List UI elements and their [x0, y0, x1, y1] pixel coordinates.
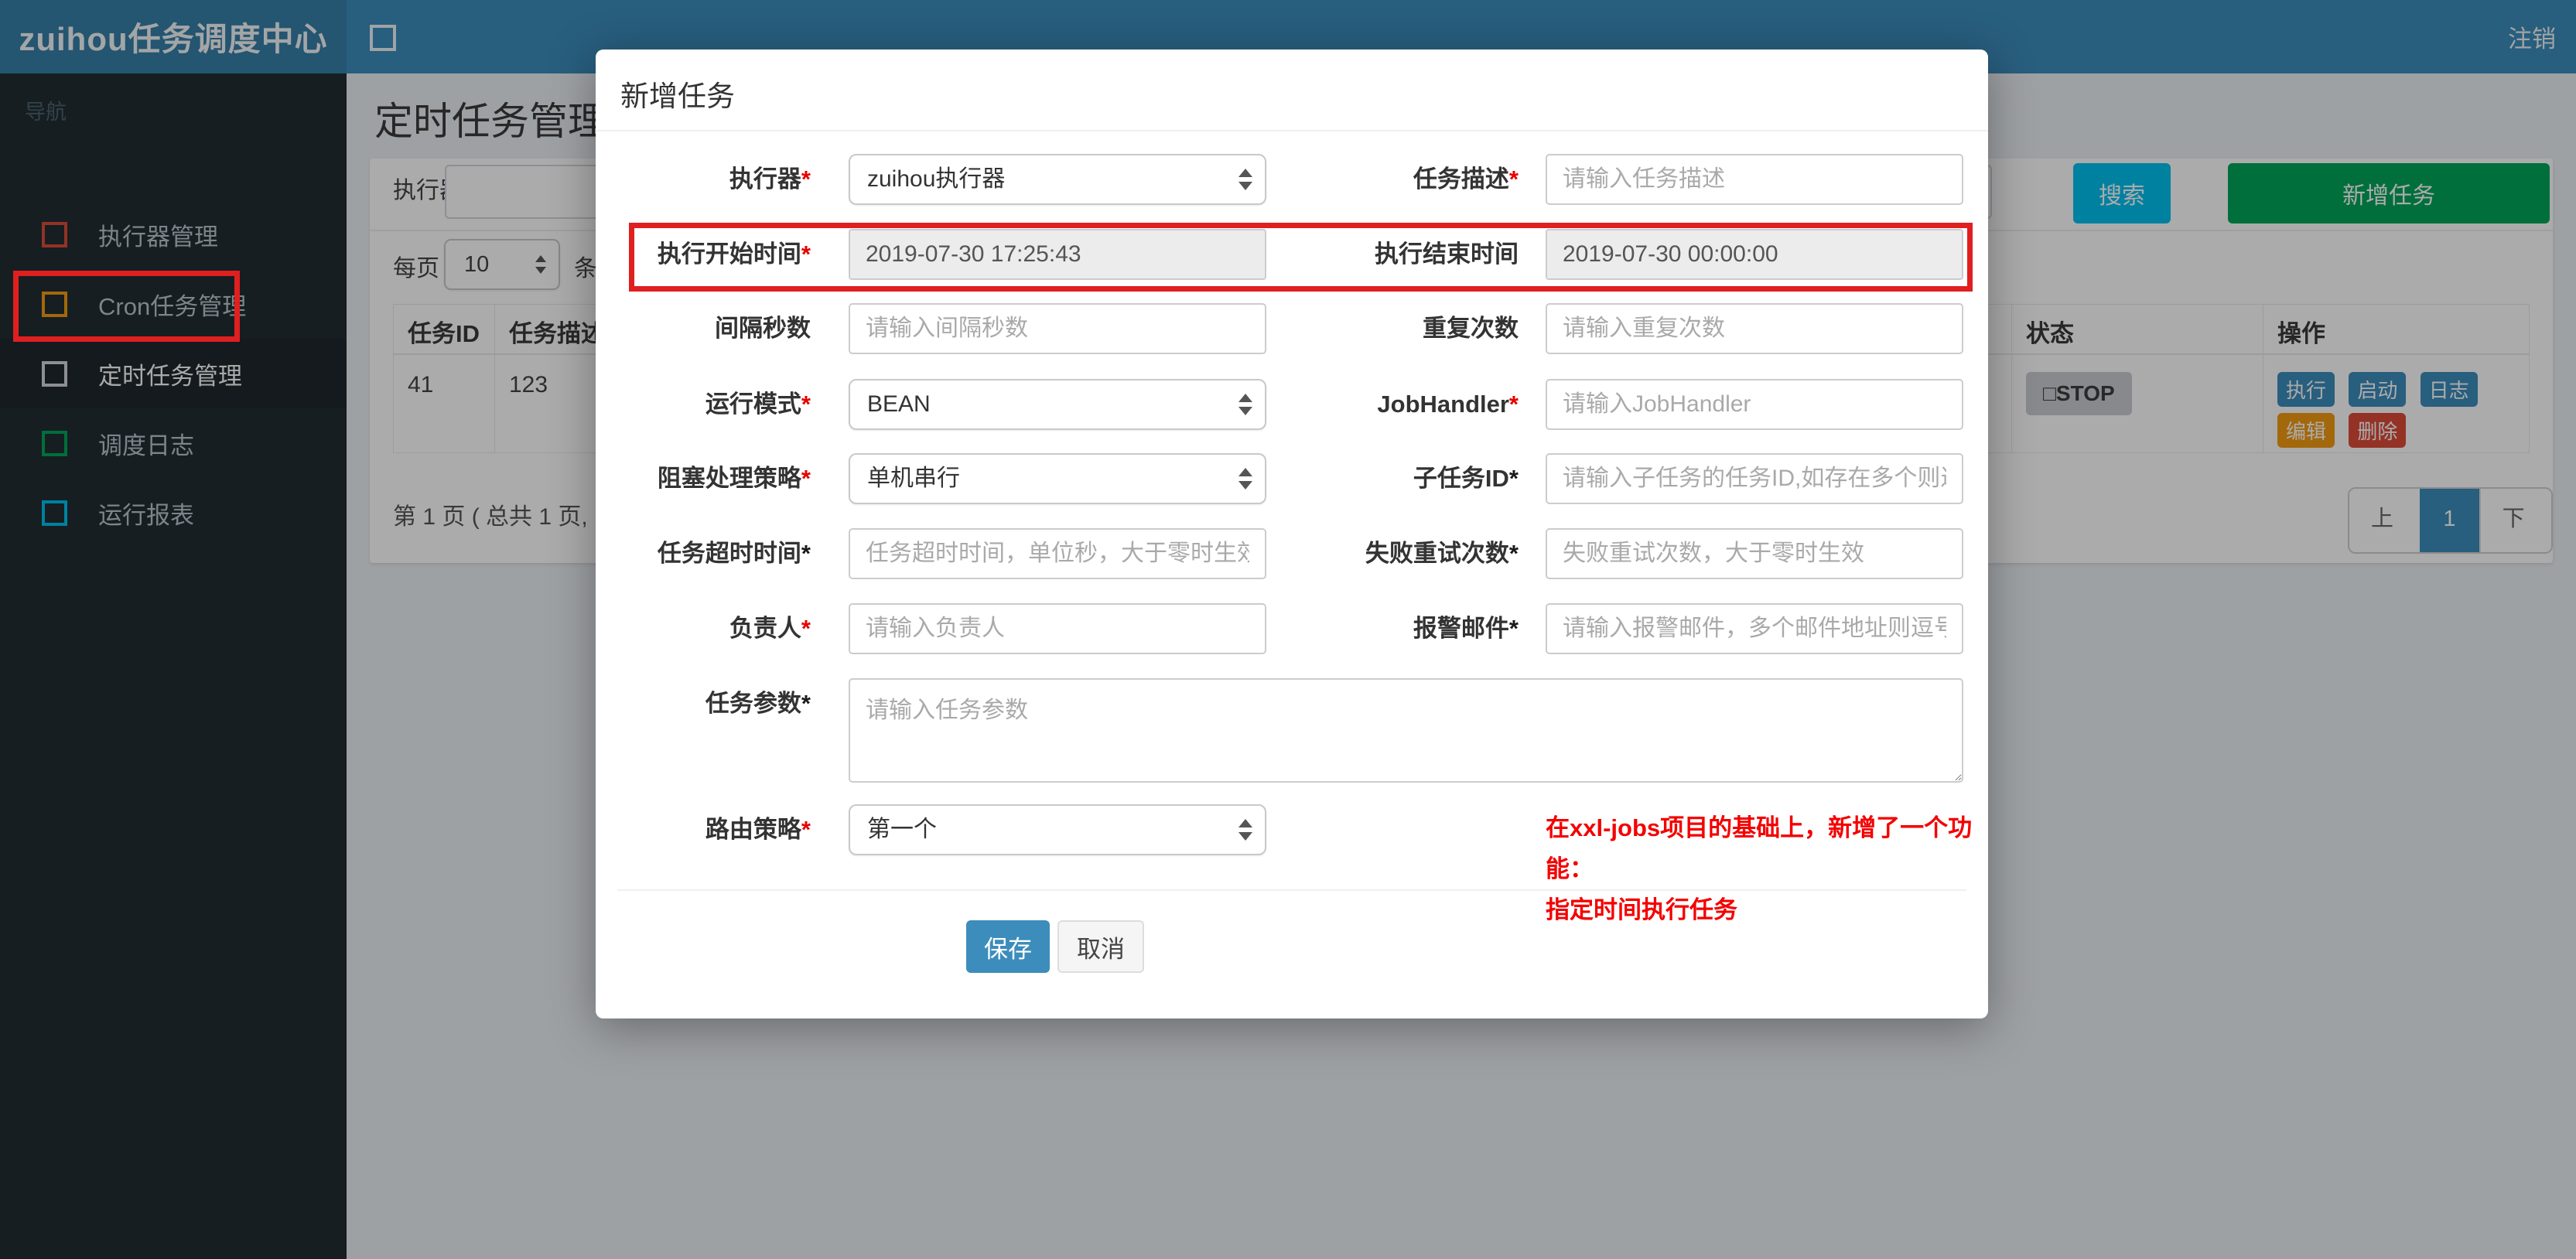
timeout-input[interactable] [849, 528, 1266, 579]
job-handler-label: JobHandler* [1377, 391, 1519, 418]
required-star: * [801, 465, 811, 492]
repeat-count-label: 重复次数 [1423, 315, 1519, 342]
end-time-input[interactable] [1546, 229, 1963, 280]
executor-label: 执行器* [729, 165, 811, 193]
route-strategy-label: 路由策略* [705, 816, 811, 843]
block-strategy-label: 阻塞处理策略* [657, 465, 811, 492]
timeout-label: 任务超时时间* [657, 540, 811, 567]
block-strategy-select[interactable]: 单机串行 [849, 453, 1266, 504]
required-star: * [1508, 165, 1519, 193]
save-button[interactable]: 保存 [966, 920, 1050, 973]
feature-note-line2: 指定时间执行任务 [1546, 896, 1737, 923]
divider [617, 889, 1966, 891]
alarm-email-input[interactable] [1546, 603, 1963, 654]
feature-note-line1: 在xxl-jobs项目的基础上，新增了一个功能： [1546, 814, 1973, 882]
author-label: 负责人* [729, 615, 811, 642]
glue-type-select[interactable]: BEAN [849, 379, 1266, 430]
job-desc-input[interactable] [1546, 154, 1963, 205]
required-star: * [801, 165, 811, 193]
required-star: * [801, 816, 811, 843]
job-desc-label: 任务描述* [1413, 165, 1519, 193]
child-job-id-input[interactable] [1546, 453, 1963, 504]
job-param-label: 任务参数* [705, 690, 811, 717]
interval-input[interactable] [849, 303, 1266, 354]
child-job-id-label: 子任务ID* [1413, 465, 1519, 492]
start-time-input[interactable] [849, 229, 1266, 280]
select-caret-icon [1238, 394, 1252, 415]
route-strategy-select[interactable]: 第一个 [849, 804, 1266, 855]
executor-select[interactable]: zuihou执行器 [849, 154, 1266, 205]
required-star: * [801, 540, 811, 567]
author-input[interactable] [849, 603, 1266, 654]
job-handler-input[interactable] [1546, 379, 1963, 430]
required-star: * [801, 391, 811, 418]
required-star: * [801, 241, 811, 268]
select-caret-icon [1238, 169, 1252, 190]
end-time-label: 执行结束时间 [1375, 241, 1519, 268]
required-star: * [1508, 465, 1519, 492]
select-caret-icon [1238, 468, 1252, 490]
required-star: * [801, 690, 811, 717]
add-job-modal: 新增任务 执行器* zuihou执行器 任务描述* 执行开始时间* 执行结束时间… [596, 49, 1988, 1018]
divider [596, 130, 1988, 131]
job-param-textarea[interactable] [849, 678, 1963, 783]
required-star: * [1508, 540, 1519, 567]
fail-retry-label: 失败重试次数* [1365, 540, 1519, 567]
required-star: * [1508, 391, 1519, 418]
glue-type-label: 运行模式* [705, 391, 811, 418]
required-star: * [801, 615, 811, 642]
repeat-count-input[interactable] [1546, 303, 1963, 354]
required-star: * [1508, 615, 1519, 642]
cancel-button[interactable]: 取消 [1057, 920, 1144, 973]
alarm-email-label: 报警邮件* [1413, 615, 1519, 642]
feature-note: 在xxl-jobs项目的基础上，新增了一个功能： 指定时间执行任务 [1546, 807, 1983, 930]
fail-retry-input[interactable] [1546, 528, 1963, 579]
interval-label: 间隔秒数 [715, 315, 811, 342]
select-caret-icon [1238, 819, 1252, 841]
modal-title: 新增任务 [620, 80, 735, 112]
start-time-label: 执行开始时间* [657, 241, 811, 268]
